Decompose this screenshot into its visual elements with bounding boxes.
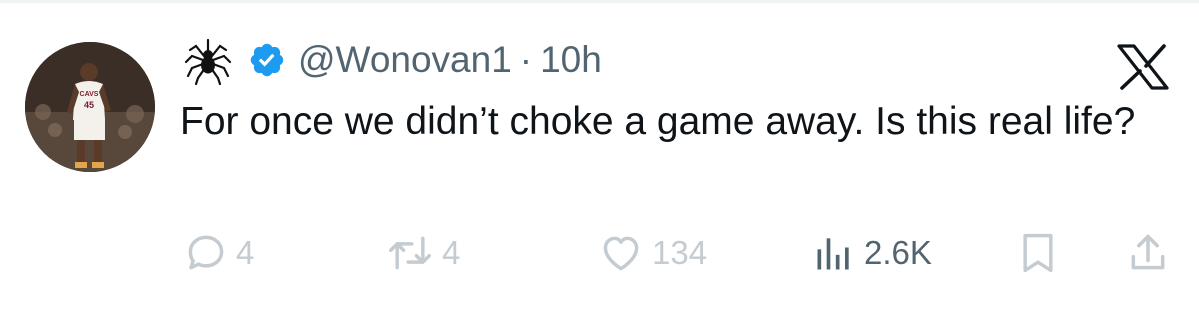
verified-badge-icon[interactable]	[248, 41, 286, 79]
retweet-button[interactable]: 4	[386, 230, 460, 276]
avatar-jersey-number: 45	[84, 100, 94, 110]
like-button[interactable]: 134	[598, 230, 707, 276]
spider-icon[interactable]	[182, 34, 234, 86]
reply-icon	[184, 231, 228, 275]
avatar[interactable]: CAVS 45	[25, 42, 155, 172]
heart-icon	[598, 231, 644, 275]
like-count: 134	[652, 234, 708, 271]
user-handle[interactable]: @Wonovan1	[298, 39, 512, 81]
bookmark-button[interactable]	[1018, 230, 1058, 276]
separator-dot: ·	[519, 39, 533, 80]
views-button[interactable]: 2.6K	[812, 230, 932, 276]
share-button[interactable]	[1126, 230, 1170, 276]
retweet-count: 4	[442, 234, 461, 271]
x-logo-icon[interactable]	[1117, 44, 1169, 90]
retweet-icon	[386, 231, 434, 275]
share-icon	[1126, 231, 1170, 275]
reply-button[interactable]: 4	[184, 230, 254, 276]
bookmark-icon	[1018, 231, 1058, 275]
tweet-header: @Wonovan1 · 10h	[182, 32, 602, 88]
avatar-jersey-text: CAVS	[80, 91, 99, 98]
reply-count: 4	[236, 234, 255, 271]
views-count: 2.6K	[864, 234, 932, 271]
tweet-timestamp[interactable]: 10h	[540, 39, 602, 81]
views-icon	[812, 231, 856, 275]
top-divider	[0, 0, 1199, 3]
tweet-text: For once we didn’t choke a game away. Is…	[180, 100, 1136, 143]
